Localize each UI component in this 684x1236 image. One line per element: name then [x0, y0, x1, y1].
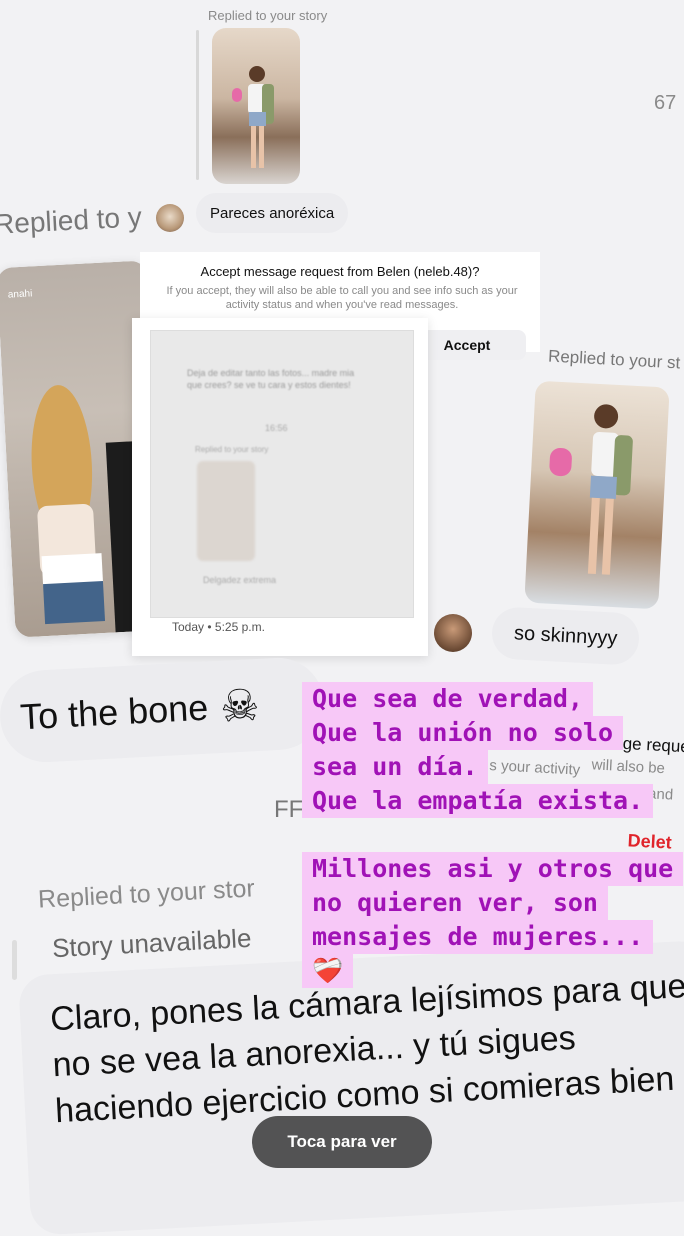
- heart-bandage-icon: ❤️‍🩹: [302, 954, 354, 988]
- accept-button-label: Accept: [443, 337, 491, 353]
- message-bubble[interactable]: so skinnyyy: [490, 606, 641, 666]
- caption-line: Que sea de verdad,: [302, 682, 593, 716]
- caption-block: Millones asi y otros que no quieren ver,…: [302, 852, 684, 988]
- story-photo-right[interactable]: [524, 380, 670, 610]
- blurred-message-2: Delgadez extrema: [203, 575, 277, 585]
- message-text: Claro, pones la cámara lejísimos para qu…: [49, 967, 684, 1131]
- avatar[interactable]: [434, 614, 472, 652]
- request-title: Accept message request from Belen (neleb…: [200, 264, 480, 279]
- message-text: Pareces anoréxica: [210, 204, 335, 222]
- woman-figure-illustration: [232, 66, 274, 168]
- caption-line: Que la unión no solo: [302, 716, 624, 750]
- left-replied-label: Replied to y: [0, 201, 143, 240]
- blurred-screenshot-card: Deja de editar tanto las fotos... madre …: [132, 318, 428, 656]
- caption-line: Que la empatía exista.: [302, 784, 654, 818]
- skull-icon: ☠: [218, 679, 261, 733]
- blurred-reply-label: Replied to your story: [195, 445, 269, 454]
- right-reply-label: Replied to your st: [547, 346, 681, 373]
- blurred-timestamp: Today • 5:25 p.m.: [172, 620, 265, 634]
- tap-to-view-label: Toca para ver: [287, 1132, 397, 1151]
- avatar[interactable]: [156, 204, 184, 232]
- request-body: If you accept, they will also be able to…: [166, 285, 518, 311]
- message-bubble[interactable]: To the bone ☠: [0, 655, 327, 765]
- top-reply-block: Replied to your story: [196, 0, 456, 190]
- lower-reply-label: Replied to your stor: [37, 874, 256, 914]
- delete-button[interactable]: Delet: [627, 830, 672, 853]
- blurred-content-area[interactable]: Deja de editar tanto las fotos... madre …: [150, 330, 414, 618]
- counter-text: 67: [654, 92, 677, 114]
- blurred-message-1: Deja de editar tanto las fotos... madre …: [187, 368, 355, 390]
- top-reply-label: Replied to your story: [208, 8, 328, 23]
- story-unavailable-label: Story unavailable: [51, 922, 253, 964]
- caption-line: mensajes de mujeres...: [302, 920, 654, 954]
- message-bubble[interactable]: Pareces anoréxica: [196, 193, 349, 233]
- story-username: anahi: [7, 288, 33, 301]
- tap-to-view-button[interactable]: Toca para ver: [252, 1116, 432, 1168]
- caption-line: sea un día.: [302, 750, 488, 784]
- message-text: To the bone: [19, 686, 210, 738]
- top-reply-divider: [196, 30, 199, 180]
- caption-line: no quieren ver, son: [302, 886, 608, 920]
- story-photo-thumbnail[interactable]: [212, 28, 300, 184]
- message-text: so skinnyyy: [513, 621, 618, 650]
- woman-figure-illustration: [549, 404, 633, 575]
- blurred-story-thumb: [197, 461, 255, 561]
- caption-line: Millones asi y otros que: [302, 852, 684, 886]
- blurred-time: 16:56: [265, 423, 288, 433]
- caption-block: Que sea de verdad, Que la unión no solo …: [302, 682, 654, 818]
- text-fragment: FF: [274, 796, 304, 823]
- lower-reply-divider: [12, 940, 17, 980]
